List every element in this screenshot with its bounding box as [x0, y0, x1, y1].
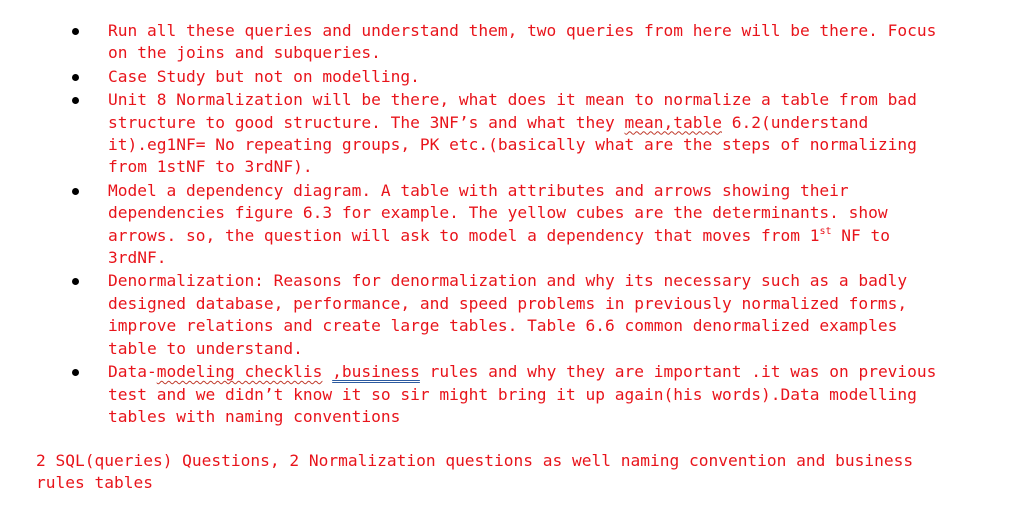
bullet-dot-icon: [72, 97, 79, 105]
bullet-item-data-modeling: Data-modeling checklis ,business rules a…: [0, 361, 948, 428]
bullet-item-denormalization: Denormalization: Reasons for denormaliza…: [0, 270, 948, 360]
grammar-flagged-word: ,business: [332, 362, 420, 382]
bullet-text: Data-modeling checklis ,business rules a…: [108, 361, 948, 428]
bullet-dot-icon: [72, 73, 79, 81]
bullet-text: Run all these queries and understand the…: [108, 21, 937, 63]
summary-paragraph: 2 SQL(queries) Questions, 2 Normalizatio…: [36, 451, 914, 493]
bullet-item-dependency-diagram: Model a dependency diagram. A table with…: [0, 180, 948, 270]
bullet-text: Model a dependency diagram. A table with…: [108, 180, 948, 270]
bullet-dot-icon: [72, 28, 79, 35]
spellcheck-flagged-word: mean,table: [624, 112, 722, 132]
bullet-text-part: Model a dependency diagram. A table with…: [108, 180, 888, 245]
bullet-text: Unit 8 Normalization will be there, what…: [108, 89, 948, 179]
bullet-item-case-study: Case Study but not on modelling.: [0, 66, 948, 88]
bullet-text-part: Data-: [108, 362, 157, 382]
superscript-ordinal: st: [819, 225, 832, 237]
bullet-item-normalization: Unit 8 Normalization will be there, what…: [0, 89, 948, 179]
document-page: { "bullets": [ { "text": "Run all these …: [0, 0, 1033, 508]
spellcheck-flagged-word: modeling checklis: [156, 362, 323, 382]
bullet-text: Case Study but not on modelling.: [108, 66, 420, 86]
bullet-dot-icon: [72, 187, 79, 195]
bullet-dot-icon: [72, 369, 79, 377]
bullet-text: Denormalization: Reasons for denormaliza…: [108, 271, 908, 358]
bullet-text-part: [322, 362, 332, 381]
bullet-list: Run all these queries and understand the…: [0, 20, 1033, 429]
bullet-dot-icon: [72, 278, 79, 286]
bullet-item-queries: Run all these queries and understand the…: [0, 20, 948, 65]
